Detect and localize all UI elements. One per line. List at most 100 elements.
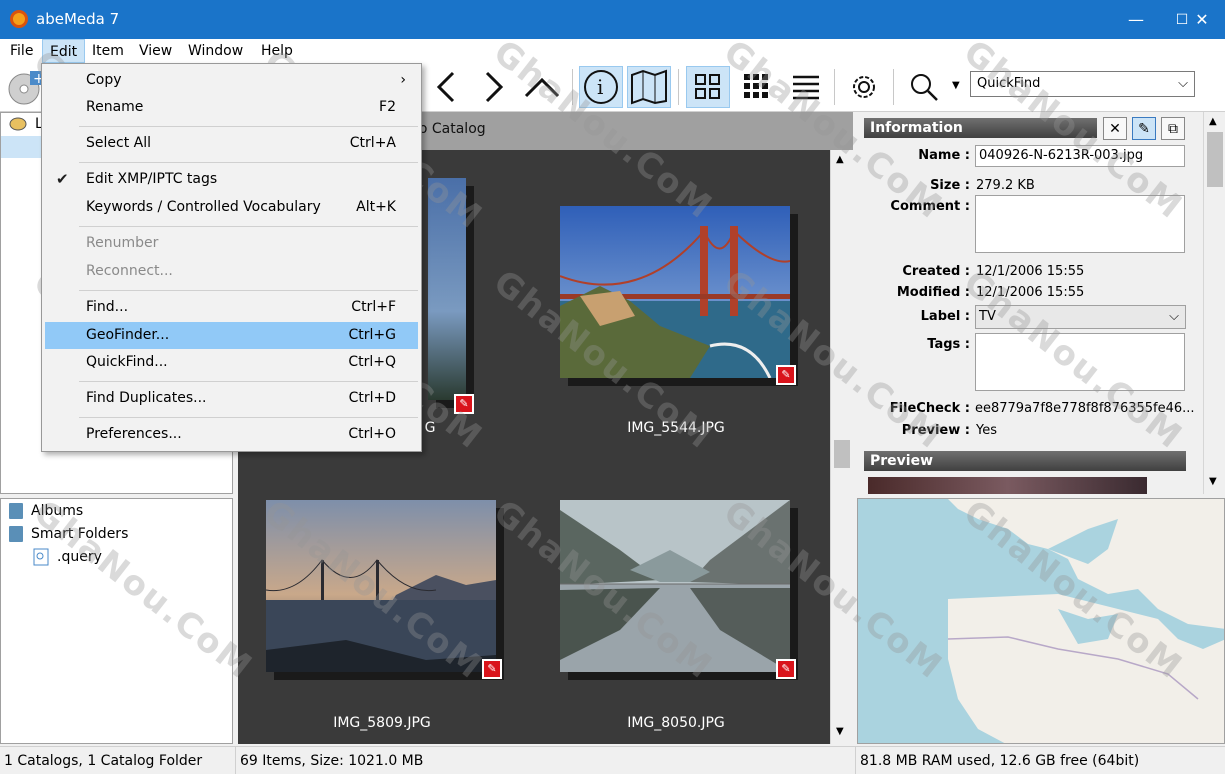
menu-item-find[interactable]: Find... Ctrl+F bbox=[45, 294, 418, 321]
gallery-scrollbar[interactable]: ▲ ▼ bbox=[830, 150, 853, 744]
back-icon[interactable] bbox=[424, 66, 468, 108]
menu-item-preferences[interactable]: Preferences... Ctrl+O bbox=[45, 421, 418, 448]
close-info-icon[interactable]: ✕ bbox=[1103, 117, 1127, 140]
toolbar-separator bbox=[834, 69, 835, 105]
info-scrollbar[interactable]: ▲ ▼ bbox=[1203, 112, 1225, 494]
preview-header: Preview bbox=[864, 451, 1186, 471]
menu-item-keywords[interactable]: Keywords / Controlled Vocabulary Alt+K bbox=[45, 194, 418, 221]
sidebar-item-label: Smart Folders bbox=[31, 526, 129, 542]
up-icon[interactable] bbox=[520, 66, 564, 108]
menu-edit[interactable]: Edit bbox=[42, 39, 86, 63]
menu-item-shortcut: F2 bbox=[379, 99, 396, 115]
menu-item-rename[interactable]: Rename F2 bbox=[45, 94, 418, 121]
size-label: Size : bbox=[930, 178, 970, 193]
menu-item-geofinder[interactable]: GeoFinder... Ctrl+G bbox=[45, 322, 418, 349]
menu-item-shortcut: Ctrl+D bbox=[348, 390, 396, 406]
menu-separator bbox=[79, 126, 418, 127]
smart-folder-icon bbox=[9, 526, 23, 542]
albums-panel: Albums Smart Folders .query bbox=[0, 498, 233, 744]
checkmark-icon: ✔ bbox=[56, 170, 69, 188]
thumbnail-label: IMG_8050.JPG bbox=[627, 715, 725, 731]
map-canvas bbox=[947, 499, 1224, 743]
label-label: Label : bbox=[920, 309, 970, 324]
menu-item-shortcut: Ctrl+A bbox=[349, 135, 396, 151]
sidebar-item-label: Albums bbox=[31, 503, 84, 519]
menu-item-reconnect: Reconnect... bbox=[45, 258, 418, 285]
status-items: 69 Items, Size: 1021.0 MB bbox=[236, 747, 856, 774]
map-view[interactable] bbox=[857, 498, 1225, 744]
menu-item-edit-xmp[interactable]: ✔ Edit XMP/IPTC tags bbox=[45, 166, 418, 193]
menu-item-copy[interactable]: Copy › bbox=[45, 67, 418, 94]
menu-file[interactable]: File bbox=[3, 39, 40, 63]
status-bar: 1 Catalogs, 1 Catalog Folder 69 Items, S… bbox=[0, 746, 1225, 774]
menu-window[interactable]: Window bbox=[181, 39, 250, 63]
menu-bar: File Edit Item View Window Help bbox=[0, 39, 1225, 63]
menu-item[interactable]: Item bbox=[85, 39, 131, 63]
edit-info-icon[interactable]: ✎ bbox=[1132, 117, 1156, 140]
window-title: abeMeda 7 bbox=[36, 10, 120, 28]
thumbnail-image[interactable] bbox=[428, 178, 466, 400]
title-bar: abeMeda 7 — ☐ ✕ bbox=[0, 0, 1225, 39]
label-select[interactable]: TV ⌵ bbox=[975, 305, 1186, 329]
menu-view[interactable]: View bbox=[132, 39, 179, 63]
toolbar-separator bbox=[572, 69, 573, 105]
sidebar-item-albums[interactable]: Albums bbox=[9, 500, 83, 522]
detach-info-icon[interactable]: ⧉ bbox=[1161, 117, 1185, 140]
menu-item-shortcut: Ctrl+Q bbox=[348, 354, 396, 370]
name-field[interactable]: 040926-N-6213R-003.jpg bbox=[975, 145, 1185, 167]
catalog-tree-item[interactable]: L bbox=[9, 113, 43, 135]
map-icon[interactable] bbox=[627, 66, 671, 108]
info-icon[interactable]: i bbox=[579, 66, 623, 108]
menu-item-label: Preferences... bbox=[86, 426, 182, 442]
sidebar-item-label: .query bbox=[57, 549, 102, 565]
preview-image bbox=[868, 477, 1147, 494]
comment-field[interactable] bbox=[975, 195, 1185, 253]
menu-item-label: Rename bbox=[86, 99, 144, 115]
thumbnail-label: IMG_5544.JPG bbox=[627, 420, 725, 436]
geotag-icon: ✎ bbox=[454, 394, 474, 414]
album-icon bbox=[9, 503, 23, 519]
sidebar-item-smart-folders[interactable]: Smart Folders bbox=[9, 523, 128, 545]
grid-small-icon[interactable] bbox=[735, 66, 779, 108]
menu-item-label: Reconnect... bbox=[86, 263, 173, 279]
scrollbar-thumb[interactable] bbox=[834, 440, 850, 468]
thumbnail-label: IMG_5809.JPG bbox=[333, 715, 431, 731]
thumbnail-image[interactable] bbox=[560, 206, 790, 378]
minimize-button[interactable]: — bbox=[1113, 0, 1159, 39]
search-dropdown-icon[interactable]: ▼ bbox=[952, 80, 960, 91]
search-icon[interactable] bbox=[902, 66, 946, 108]
menu-item-quickfind[interactable]: QuickFind... Ctrl+Q bbox=[45, 349, 418, 376]
thumbnail-image[interactable] bbox=[266, 500, 496, 672]
filecheck-label: FileCheck : bbox=[889, 401, 970, 416]
scroll-down-icon[interactable]: ▼ bbox=[1209, 476, 1217, 487]
geotag-icon: ✎ bbox=[776, 659, 796, 679]
scroll-down-icon[interactable]: ▼ bbox=[836, 726, 844, 737]
catalog-icon bbox=[9, 117, 27, 131]
tags-field[interactable] bbox=[975, 333, 1185, 391]
quickfind-input[interactable]: QuickFind ⌵ bbox=[970, 71, 1195, 97]
grid-large-icon[interactable] bbox=[686, 66, 730, 108]
created-label: Created : bbox=[902, 264, 970, 279]
scroll-up-icon[interactable]: ▲ bbox=[1209, 116, 1217, 127]
settings-icon[interactable] bbox=[842, 66, 886, 108]
sidebar-item-query[interactable]: .query bbox=[33, 546, 102, 568]
list-icon[interactable] bbox=[784, 66, 828, 108]
thumbnail-image[interactable] bbox=[560, 500, 790, 672]
add-catalog-icon[interactable]: + bbox=[2, 66, 46, 108]
name-value: 040926-N-6213R-003.jpg bbox=[979, 148, 1144, 163]
menu-item-label: Select All bbox=[86, 135, 151, 151]
scrollbar-thumb[interactable] bbox=[1207, 132, 1223, 187]
modified-label: Modified : bbox=[896, 285, 970, 300]
geotag-icon: ✎ bbox=[482, 659, 502, 679]
menu-item-label: Renumber bbox=[86, 235, 159, 251]
menu-help[interactable]: Help bbox=[254, 39, 300, 63]
scroll-up-icon[interactable]: ▲ bbox=[836, 154, 844, 165]
menu-item-label: Edit XMP/IPTC tags bbox=[86, 171, 218, 187]
menu-separator bbox=[79, 417, 418, 418]
menu-item-find-duplicates[interactable]: Find Duplicates... Ctrl+D bbox=[45, 385, 418, 412]
menu-item-select-all[interactable]: Select All Ctrl+A bbox=[45, 130, 418, 157]
menu-separator bbox=[79, 290, 418, 291]
forward-icon[interactable] bbox=[472, 66, 516, 108]
menu-item-label: QuickFind... bbox=[86, 354, 168, 370]
close-button[interactable]: ✕ bbox=[1179, 0, 1225, 39]
